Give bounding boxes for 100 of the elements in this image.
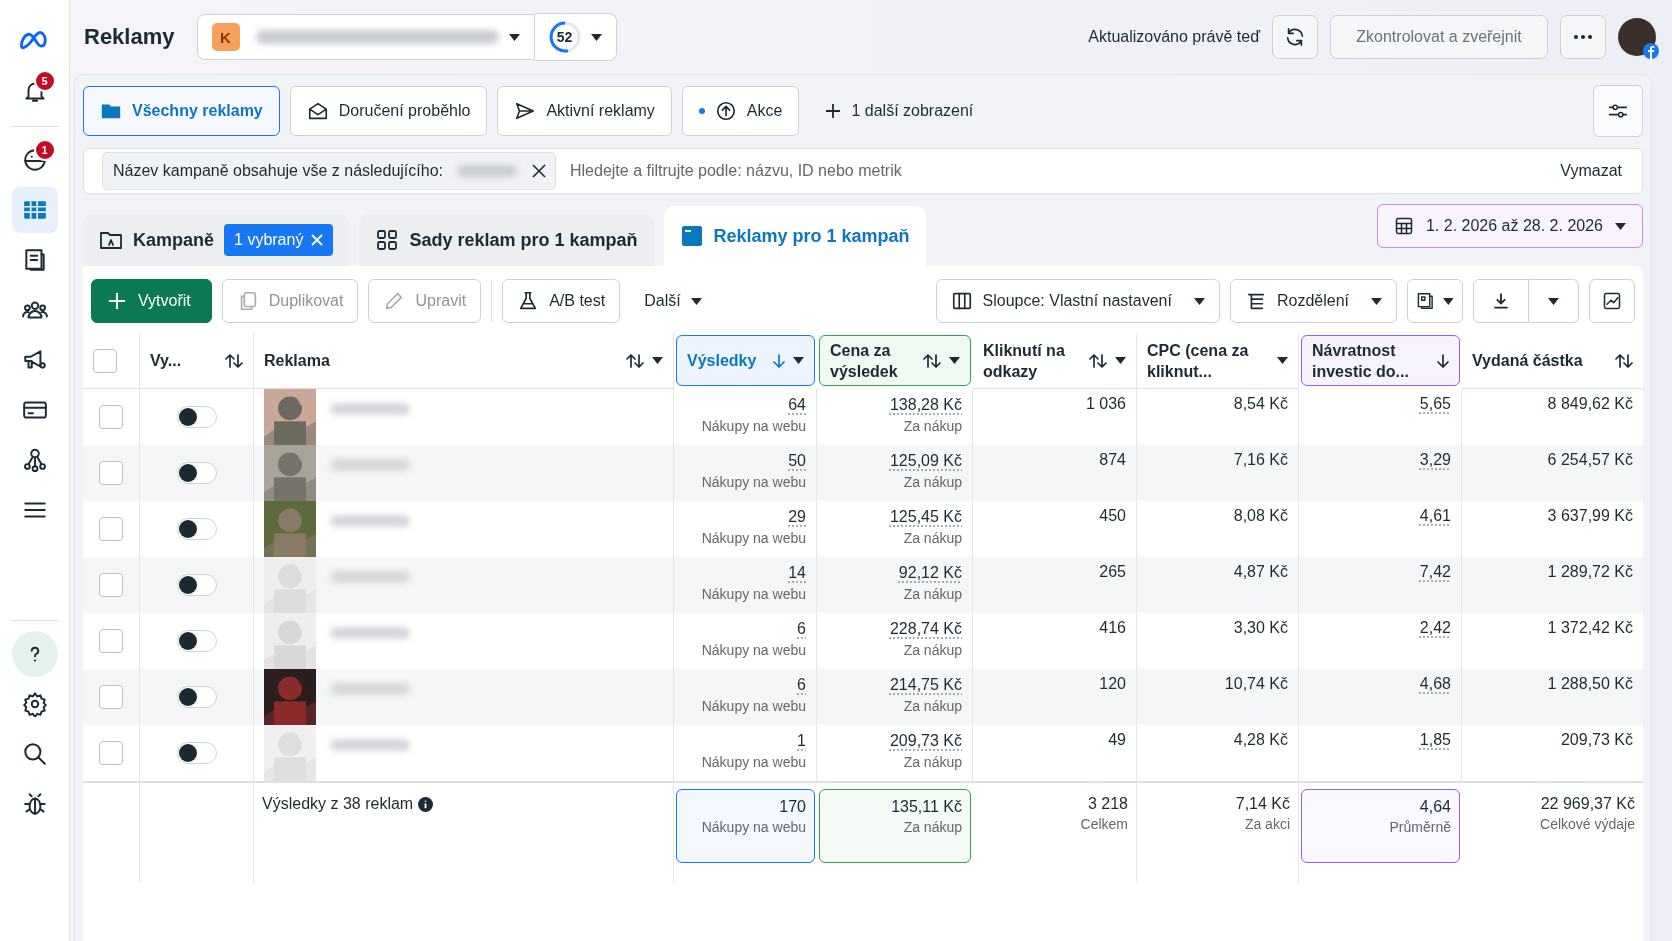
notification-badge: 1 bbox=[33, 139, 56, 161]
profile-avatar[interactable] bbox=[1618, 18, 1656, 56]
selection-badge[interactable]: 1 vybraný bbox=[224, 224, 334, 256]
account-selector[interactable]: K bbox=[196, 14, 535, 60]
view-tab[interactable]: Doručení proběhlo bbox=[289, 86, 488, 136]
toggle-switch[interactable] bbox=[176, 518, 217, 540]
column-header[interactable]: CPC (cena za kliknut... bbox=[1147, 339, 1269, 382]
column-header[interactable]: Vydaná částka bbox=[1472, 350, 1607, 371]
sort-icon[interactable] bbox=[1615, 352, 1633, 369]
toggle-switch[interactable] bbox=[176, 406, 217, 428]
info-icon bbox=[418, 797, 434, 812]
column-header[interactable]: Výsledky bbox=[687, 350, 765, 371]
cost-label: Za nákup bbox=[903, 418, 962, 434]
sort-icon[interactable] bbox=[923, 352, 941, 369]
toggle-switch[interactable] bbox=[176, 462, 217, 484]
network-icon bbox=[21, 447, 48, 473]
table-cell: 8,08 Kč bbox=[1233, 507, 1288, 525]
toggle-switch[interactable] bbox=[176, 630, 217, 652]
table-cell: 7,16 Kč bbox=[1233, 451, 1288, 469]
more-icon bbox=[1574, 35, 1592, 39]
cost-label: Za nákup bbox=[903, 642, 962, 658]
export-button[interactable] bbox=[1473, 279, 1529, 323]
sort-icon[interactable] bbox=[1089, 352, 1107, 369]
column-header[interactable]: Cena za výsledek bbox=[830, 339, 915, 382]
filter-chip[interactable]: Název kampaně obsahuje vše z následujícího: bbox=[102, 152, 556, 190]
caret-icon bbox=[1615, 222, 1626, 230]
toolbar-button[interactable]: A/B test bbox=[502, 279, 621, 323]
cost-label: Za nákup bbox=[903, 586, 962, 602]
highlighted-column-header[interactable]: Výsledky bbox=[676, 335, 815, 386]
row-checkbox[interactable] bbox=[99, 461, 123, 485]
table-cell: 265 bbox=[1099, 563, 1126, 581]
table-cell: 7,42 bbox=[1419, 563, 1451, 581]
settings-button[interactable] bbox=[1593, 85, 1643, 137]
toolbar-button[interactable]: Rozdělení bbox=[1229, 279, 1397, 323]
column-header[interactable]: Reklama bbox=[264, 350, 618, 371]
sidebar-item[interactable]: 5 bbox=[11, 68, 58, 114]
row-checkbox[interactable] bbox=[99, 685, 123, 709]
view-tab[interactable]: Akce bbox=[681, 86, 800, 136]
summary-caption: Nákupy na webu bbox=[701, 819, 806, 835]
summary-caption: Za nákup bbox=[903, 819, 962, 835]
results-label: Nákupy na webu bbox=[701, 754, 806, 770]
filter-bar[interactable]: Název kampaně obsahuje vše z následujícího: Hledejte a filtrujte podle: názvu, ID nebo metrik Vymazat bbox=[83, 148, 1643, 194]
table-cell: 4,68 bbox=[1419, 675, 1451, 693]
tab-label: Reklamy pro 1 kampaň bbox=[713, 225, 910, 247]
row-checkbox[interactable] bbox=[99, 741, 123, 765]
table-cell: 8,54 Kč bbox=[1233, 395, 1288, 413]
summary-value: 3 218 bbox=[1087, 795, 1128, 813]
table-cell: 450 bbox=[1099, 507, 1126, 525]
account-avatar: K bbox=[211, 23, 240, 51]
cost-label: Za nákup bbox=[903, 698, 962, 714]
level-tab[interactable]: Kampaně 1 vybraný bbox=[83, 214, 350, 266]
summary-value: 135,11 Kč bbox=[891, 798, 962, 816]
bug-icon bbox=[21, 791, 48, 817]
highlighted-column-header[interactable]: Návratnost investic do... bbox=[1301, 335, 1460, 386]
level-tab[interactable]: Sady reklam pro 1 kampaň bbox=[359, 214, 654, 266]
cost-value: 125,09 Kč bbox=[889, 451, 962, 471]
reports-button[interactable] bbox=[1407, 279, 1463, 323]
summary-value: 4,64 bbox=[1419, 798, 1451, 816]
row-checkbox[interactable] bbox=[99, 573, 123, 597]
row-checkbox[interactable] bbox=[99, 629, 123, 653]
results-value: 50 bbox=[788, 451, 806, 471]
settings-icon bbox=[21, 691, 48, 717]
cost-label: Za nákup bbox=[903, 474, 962, 490]
table-cell: 120 bbox=[1099, 675, 1126, 693]
tab-label: Sady reklam pro 1 kampaň bbox=[409, 229, 638, 251]
cost-label: Za nákup bbox=[903, 530, 962, 546]
toggle-switch[interactable] bbox=[176, 686, 217, 708]
column-header[interactable]: Vy... bbox=[150, 350, 217, 371]
table-cell: 4,28 Kč bbox=[1233, 731, 1288, 749]
refresh-button[interactable] bbox=[1272, 15, 1318, 59]
sort-icon[interactable] bbox=[626, 352, 644, 369]
caret-icon bbox=[1371, 297, 1382, 305]
table-cell: 209,73 Kč bbox=[1560, 731, 1633, 749]
column-header[interactable]: Návratnost investic do... bbox=[1312, 339, 1429, 382]
level-tab[interactable]: Reklamy pro 1 kampaň bbox=[663, 206, 926, 266]
highlighted-column-header[interactable]: Cena za výsledek bbox=[819, 335, 971, 386]
row-checkbox[interactable] bbox=[99, 517, 123, 541]
score-selector[interactable]: 52 bbox=[534, 13, 617, 61]
select-all-checkbox[interactable] bbox=[93, 348, 117, 373]
toolbar-button[interactable]: Další bbox=[630, 279, 716, 323]
toolbar-button[interactable]: Vytvořit bbox=[91, 279, 212, 323]
chart-button[interactable] bbox=[1589, 279, 1635, 323]
view-tab[interactable]: Aktivní reklamy bbox=[497, 86, 672, 136]
sort-icon[interactable] bbox=[225, 352, 243, 369]
clear-button[interactable]: Vymazat bbox=[1554, 161, 1628, 181]
date-range-picker[interactable]: 1. 2. 2026 až 28. 2. 2026 bbox=[1376, 204, 1643, 248]
sidebar-item[interactable]: 1 bbox=[11, 137, 58, 183]
grid-icon bbox=[375, 228, 400, 252]
sort-down-icon[interactable] bbox=[1437, 352, 1449, 369]
table-cell: 1 036 bbox=[1085, 395, 1126, 413]
view-tab[interactable]: Všechny reklamy bbox=[83, 86, 280, 136]
close-icon[interactable] bbox=[531, 163, 547, 179]
add-view-button[interactable]: 1 další zobrazení bbox=[809, 102, 990, 120]
row-checkbox[interactable] bbox=[99, 405, 123, 429]
toggle-switch[interactable] bbox=[176, 742, 217, 764]
toggle-switch[interactable] bbox=[176, 574, 217, 596]
toolbar-button[interactable]: Sloupce: Vlastní nastavení bbox=[935, 279, 1220, 323]
column-header[interactable]: Kliknutí na odkazy bbox=[983, 339, 1081, 382]
table-cell: 1,85 bbox=[1419, 731, 1451, 749]
caret-icon bbox=[690, 297, 702, 305]
